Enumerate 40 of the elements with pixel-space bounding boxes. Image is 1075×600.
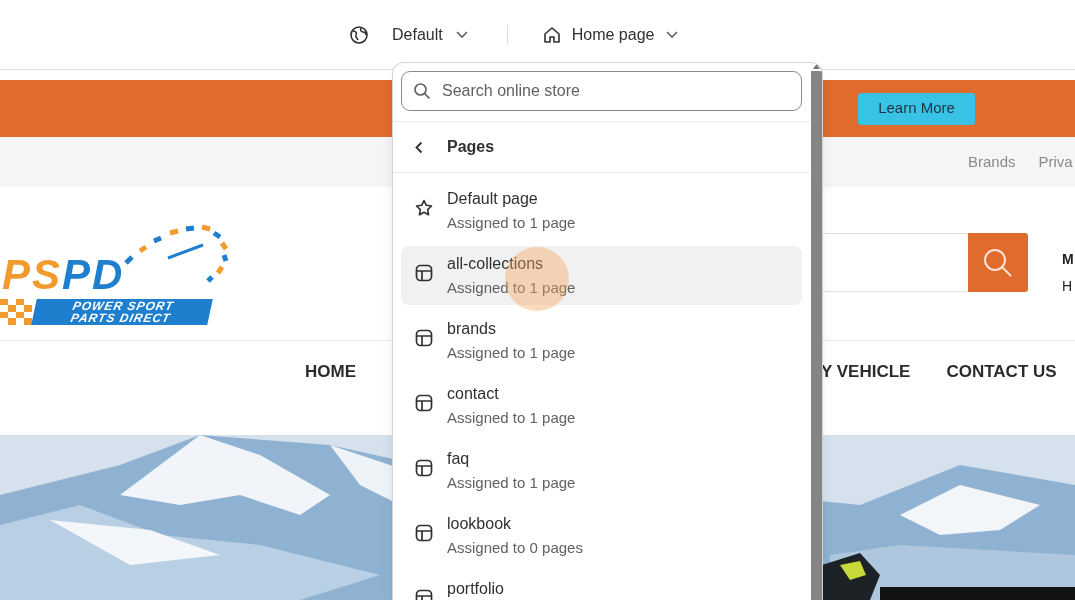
- assignment-count: Assigned to 1 page: [447, 343, 576, 363]
- home-icon: [541, 24, 562, 45]
- learn-more-button[interactable]: Learn More: [858, 92, 975, 125]
- checkered-flag-icon: [0, 298, 34, 325]
- page-name: portfolio: [447, 580, 504, 598]
- search-field[interactable]: Search online store: [401, 71, 802, 111]
- chevron-down-icon: [666, 30, 679, 39]
- page-name: lookbook: [447, 515, 513, 533]
- nav-link[interactable]: CONTACT US: [946, 359, 1057, 385]
- page-name: brands: [447, 320, 497, 338]
- layout-icon: [415, 394, 433, 412]
- layout-icon: [415, 524, 433, 542]
- nav-link[interactable]: HOME: [305, 359, 356, 385]
- logo-tagline: POWER SPORT: [71, 299, 175, 312]
- layout-icon: [415, 329, 433, 347]
- logo-tagline: PARTS DIRECT: [69, 311, 172, 324]
- pages-heading: Pages: [447, 137, 495, 157]
- search-button[interactable]: [968, 233, 1028, 292]
- chevron-down-icon: [455, 30, 468, 39]
- nav-link[interactable]: Y VEHICLE: [821, 359, 911, 385]
- assignment-count: Assigned to 1 page: [447, 213, 576, 233]
- header-text: H: [1062, 277, 1074, 296]
- header-text: M: [1062, 250, 1074, 269]
- template-selector[interactable]: Home page: [539, 14, 681, 55]
- layout-icon: [415, 459, 433, 477]
- page-name: contact: [447, 385, 500, 403]
- search-icon: [982, 246, 1014, 279]
- search-icon: [413, 82, 431, 100]
- scroll-up-arrow-icon: [813, 64, 820, 69]
- assignment-count: Assigned to 1 page: [447, 408, 576, 428]
- assignment-count: Assigned to 0 pages: [447, 538, 583, 558]
- layout-icon: [415, 264, 433, 282]
- chevron-left-icon: [415, 140, 423, 154]
- assignment-count: Assigned to 1 page: [447, 473, 576, 493]
- theme-selector[interactable]: Default: [347, 14, 470, 55]
- star-icon: [415, 199, 433, 217]
- page-name: faq: [447, 450, 471, 468]
- page-name: Default page: [447, 190, 539, 208]
- globe-icon: [349, 24, 369, 45]
- page-name: all-collections: [447, 255, 545, 273]
